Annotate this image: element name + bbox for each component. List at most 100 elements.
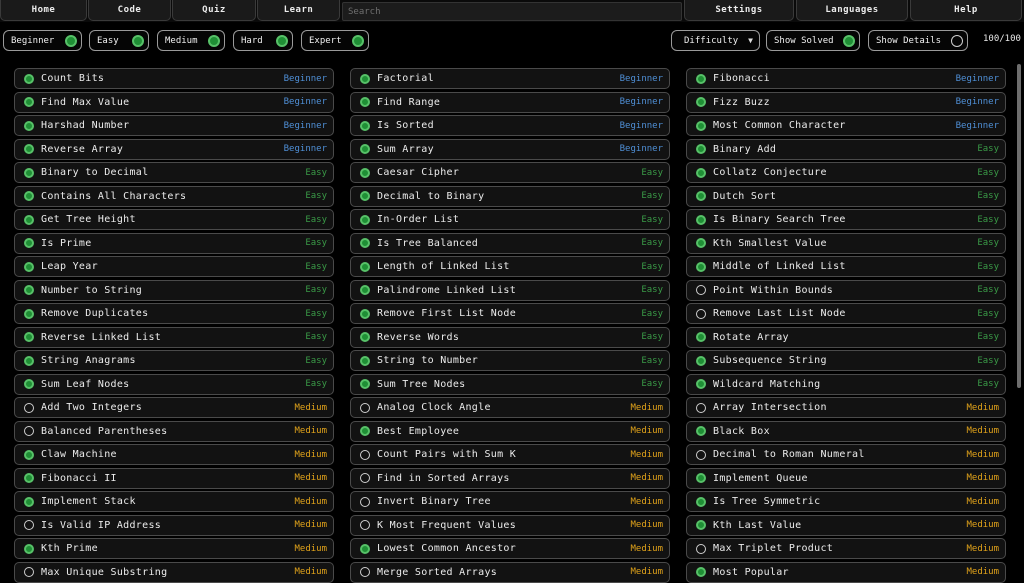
problem-row[interactable]: Binary to Decimal Easy <box>14 162 334 183</box>
problem-row[interactable]: Remove Duplicates Easy <box>14 303 334 324</box>
show-details-toggle[interactable]: Show Details <box>868 30 968 51</box>
problem-row[interactable]: Binary Add Easy <box>686 138 1006 160</box>
problem-row[interactable]: Is Tree Symmetric Medium <box>686 491 1006 512</box>
problem-name: Analog Clock Angle <box>377 402 491 413</box>
filter-expert-toggle[interactable]: Expert <box>301 30 369 51</box>
filter-beginner-toggle[interactable]: Beginner <box>3 30 82 51</box>
problem-row[interactable]: Subsequence String Easy <box>686 350 1006 371</box>
problem-row[interactable]: In-Order List Easy <box>350 209 670 230</box>
problem-row[interactable]: Analog Clock Angle Medium <box>350 397 670 418</box>
problem-row[interactable]: String Anagrams Easy <box>14 350 334 371</box>
nav-quiz-button[interactable]: Quiz <box>172 0 256 21</box>
problem-row[interactable]: Reverse Words Easy <box>350 326 670 348</box>
problem-row[interactable]: Point Within Bounds Easy <box>686 279 1006 301</box>
problem-row[interactable]: Is Prime Easy <box>14 232 334 254</box>
problem-row[interactable]: Best Employee Medium <box>350 420 670 442</box>
search-input[interactable] <box>342 2 682 21</box>
problem-row[interactable]: Sum Array Beginner <box>350 138 670 160</box>
problem-row[interactable]: Sum Tree Nodes Easy <box>350 373 670 395</box>
problem-row[interactable]: Implement Stack Medium <box>14 491 334 512</box>
problem-row[interactable]: Rotate Array Easy <box>686 326 1006 348</box>
problem-name: Count Pairs with Sum K <box>377 449 517 460</box>
nav-code-button[interactable]: Code <box>88 0 171 21</box>
solved-status-icon <box>696 520 706 530</box>
problem-name: Dutch Sort <box>713 190 777 202</box>
nav-help-button[interactable]: Help <box>910 0 1022 21</box>
problem-row[interactable]: Caesar Cipher Easy <box>350 162 670 183</box>
problem-row[interactable]: Fibonacci Beginner <box>686 68 1006 89</box>
problem-row[interactable]: Find in Sorted Arrays Medium <box>350 467 670 489</box>
problem-row[interactable]: Is Binary Search Tree Easy <box>686 209 1006 230</box>
problem-row[interactable]: Leap Year Easy <box>14 256 334 277</box>
problem-row[interactable]: Harshad Number Beginner <box>14 115 334 136</box>
problem-row[interactable]: Sum Leaf Nodes Easy <box>14 373 334 395</box>
problem-row[interactable]: Find Range Beginner <box>350 91 670 113</box>
filter-medium-toggle[interactable]: Medium <box>157 30 225 51</box>
problem-row[interactable]: Contains All Characters Easy <box>14 185 334 207</box>
nav-languages-button[interactable]: Languages <box>796 0 908 21</box>
problem-row[interactable]: Length of Linked List Easy <box>350 256 670 277</box>
solved-status-icon <box>24 355 34 366</box>
problem-row[interactable]: Kth Last Value Medium <box>686 514 1006 536</box>
problem-row[interactable]: Fizz Buzz Beginner <box>686 91 1006 113</box>
filter-label: Medium <box>165 35 198 46</box>
show-solved-toggle[interactable]: Show Solved <box>766 30 860 51</box>
solved-status-icon <box>24 261 34 272</box>
problem-row[interactable]: Number to String Easy <box>14 279 334 301</box>
problem-name: Most Common Character <box>713 120 846 131</box>
filter-hard-toggle[interactable]: Hard <box>233 30 293 51</box>
problem-row[interactable]: Balanced Parentheses Medium <box>14 420 334 442</box>
nav-learn-button[interactable]: Learn <box>257 0 340 21</box>
problem-row[interactable]: K Most Frequent Values Medium <box>350 514 670 536</box>
problem-row[interactable]: String to Number Easy <box>350 350 670 371</box>
problem-row[interactable]: Black Box Medium <box>686 420 1006 442</box>
problem-row[interactable]: Invert Binary Tree Medium <box>350 491 670 512</box>
problem-row[interactable]: Claw Machine Medium <box>14 444 334 465</box>
problem-row[interactable]: Wildcard Matching Easy <box>686 373 1006 395</box>
problem-row[interactable]: Implement Queue Medium <box>686 467 1006 489</box>
problem-row[interactable]: Middle of Linked List Easy <box>686 256 1006 277</box>
difficulty-badge: Easy <box>641 261 663 272</box>
difficulty-badge: Beginner <box>283 144 327 154</box>
difficulty-badge: Medium <box>294 426 327 436</box>
problem-row[interactable]: Palindrome Linked List Easy <box>350 279 670 301</box>
problem-row[interactable]: Merge Sorted Arrays Medium <box>350 561 670 583</box>
problem-row[interactable]: Is Tree Balanced Easy <box>350 232 670 254</box>
problem-row[interactable]: Reverse Array Beginner <box>14 138 334 160</box>
problem-row[interactable]: Is Valid IP Address Medium <box>14 514 334 536</box>
problem-row[interactable]: Decimal to Binary Easy <box>350 185 670 207</box>
solved-status-icon <box>696 473 706 483</box>
problem-row[interactable]: Count Pairs with Sum K Medium <box>350 444 670 465</box>
problem-row[interactable]: Remove First List Node Easy <box>350 303 670 324</box>
scrollbar-thumb[interactable] <box>1017 64 1021 388</box>
problem-row[interactable]: Remove Last List Node Easy <box>686 303 1006 324</box>
problem-row[interactable]: Is Sorted Beginner <box>350 115 670 136</box>
problem-row[interactable]: Find Max Value Beginner <box>14 91 334 113</box>
problem-row[interactable]: Max Unique Substring Medium <box>14 561 334 583</box>
problem-row[interactable]: Kth Prime Medium <box>14 538 334 559</box>
problem-row[interactable]: Lowest Common Ancestor Medium <box>350 538 670 559</box>
solved-status-icon <box>24 144 34 154</box>
problem-row[interactable]: Add Two Integers Medium <box>14 397 334 418</box>
problem-row[interactable]: Fibonacci II Medium <box>14 467 334 489</box>
problem-row[interactable]: Kth Smallest Value Easy <box>686 232 1006 254</box>
problem-row[interactable]: Max Triplet Product Medium <box>686 538 1006 559</box>
difficulty-badge: Medium <box>966 473 999 483</box>
problem-row[interactable]: Reverse Linked List Easy <box>14 326 334 348</box>
filter-easy-toggle[interactable]: Easy <box>89 30 149 51</box>
problem-name: In-Order List <box>377 214 460 225</box>
nav-home-button[interactable]: Home <box>0 0 87 21</box>
problem-row[interactable]: Dutch Sort Easy <box>686 185 1006 207</box>
difficulty-badge: Beginner <box>283 120 327 131</box>
problem-row[interactable]: Most Common Character Beginner <box>686 115 1006 136</box>
difficulty-dropdown[interactable]: Difficulty ▼ <box>671 30 760 51</box>
problem-row[interactable]: Count Bits Beginner <box>14 68 334 89</box>
problem-row[interactable]: Decimal to Roman Numeral Medium <box>686 444 1006 465</box>
problem-row[interactable]: Array Intersection Medium <box>686 397 1006 418</box>
problem-row[interactable]: Collatz Conjecture Easy <box>686 162 1006 183</box>
problem-row[interactable]: Most Popular Medium <box>686 561 1006 583</box>
scrollbar[interactable] <box>1016 60 1022 576</box>
problem-row[interactable]: Get Tree Height Easy <box>14 209 334 230</box>
problem-row[interactable]: Factorial Beginner <box>350 68 670 89</box>
nav-settings-button[interactable]: Settings <box>684 0 794 21</box>
